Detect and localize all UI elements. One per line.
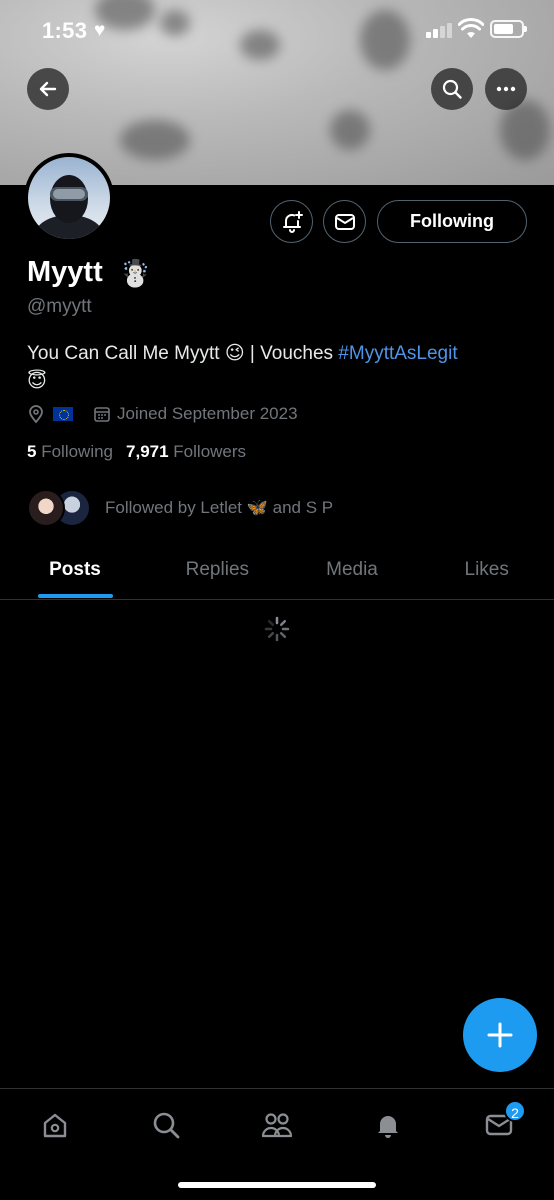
- nav-search[interactable]: [148, 1107, 184, 1143]
- status-bar: 1:53 ♥: [0, 0, 554, 60]
- followers-link[interactable]: 7,971 Followers: [126, 442, 246, 462]
- plus-icon: [487, 1022, 513, 1048]
- message-button[interactable]: [323, 200, 366, 243]
- following-label: Following: [41, 442, 114, 461]
- bio-hashtag-link[interactable]: #MyyttAsLegit: [338, 343, 457, 364]
- active-tab-indicator: [38, 594, 113, 598]
- more-options-button[interactable]: [485, 68, 527, 110]
- display-name: Myytt: [27, 256, 103, 288]
- joined-date: Joined September 2023: [117, 404, 298, 423]
- tab-posts[interactable]: Posts: [0, 546, 150, 599]
- search-icon: [153, 1112, 180, 1139]
- followers-label: Followers: [173, 442, 247, 461]
- envelope-icon: [334, 213, 355, 230]
- profile-meta: Joined September 2023: [27, 402, 298, 426]
- avatar-image: [35, 175, 103, 239]
- home-indicator[interactable]: [178, 1182, 376, 1188]
- snowman-emoji: ☃️: [119, 258, 152, 288]
- bell-plus-icon: [282, 210, 303, 233]
- wifi-icon: [458, 18, 484, 38]
- nav-home[interactable]: [37, 1107, 73, 1143]
- cellular-signal-icon: [426, 22, 454, 38]
- search-button[interactable]: [431, 68, 473, 110]
- followed-by-text: Followed by Letlet 🦋 and S P: [105, 498, 334, 517]
- bio-text: You Can Call Me Myytt 😉 | Vouches: [27, 343, 339, 364]
- follow-counts: 5 Following 7,971 Followers: [27, 442, 246, 462]
- followed-by-row[interactable]: Followed by Letlet 🦋 and S P: [27, 488, 333, 528]
- back-button[interactable]: [27, 68, 69, 110]
- followers-count: 7,971: [126, 442, 169, 461]
- following-button[interactable]: Following: [377, 200, 527, 243]
- communities-icon: [261, 1113, 293, 1138]
- tab-likes[interactable]: Likes: [419, 546, 554, 599]
- notifications-icon: [378, 1116, 398, 1138]
- follower-avatar: [27, 489, 65, 527]
- tab-replies[interactable]: Replies: [150, 546, 285, 599]
- search-icon: [442, 79, 462, 99]
- location-pin-icon: [29, 405, 43, 424]
- tab-media[interactable]: Media: [285, 546, 420, 599]
- messages-badge: 2: [504, 1100, 526, 1122]
- user-handle: @myytt: [27, 296, 92, 317]
- following-count: 5: [27, 442, 37, 461]
- notifications-button[interactable]: [270, 200, 313, 243]
- more-horizontal-icon: [496, 86, 516, 92]
- profile-avatar[interactable]: [24, 153, 114, 243]
- nav-communities[interactable]: [259, 1107, 295, 1143]
- eu-flag-icon: [53, 407, 73, 421]
- profile-bio: You Can Call Me Myytt 😉 | Vouches #Myytt…: [27, 340, 527, 396]
- bio-emoji: 😇: [27, 371, 47, 392]
- arrow-left-icon: [39, 81, 57, 97]
- home-icon: [43, 1113, 67, 1138]
- nav-notifications[interactable]: [370, 1107, 406, 1143]
- profile-tabs: Posts Replies Media Likes: [0, 546, 554, 600]
- compose-post-button[interactable]: [463, 998, 537, 1072]
- status-time: 1:53: [42, 18, 88, 43]
- battery-icon: [490, 20, 527, 38]
- heart-icon: ♥: [94, 20, 106, 41]
- loading-spinner-icon: [264, 616, 290, 642]
- following-link[interactable]: 5 Following: [27, 442, 113, 462]
- calendar-icon: [94, 407, 110, 422]
